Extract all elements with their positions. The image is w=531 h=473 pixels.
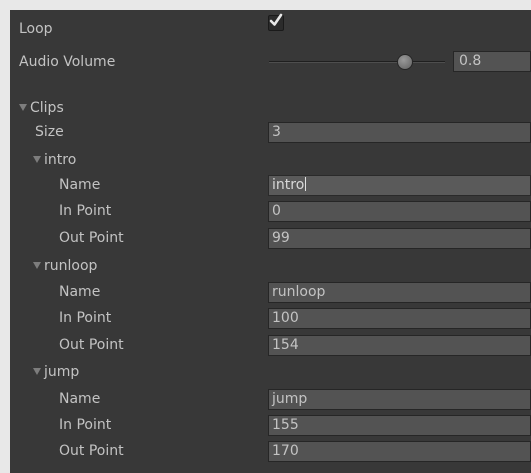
- in-point-label: In Point: [59, 417, 112, 433]
- loop-label: Loop: [19, 21, 53, 37]
- name-label: Name: [59, 391, 101, 407]
- audio-volume-field[interactable]: 0.8: [453, 51, 531, 72]
- checkmark-icon: [269, 13, 283, 26]
- clips-label: Clips: [30, 100, 64, 116]
- audio-volume-label: Audio Volume: [19, 54, 116, 70]
- out-point-label: Out Point: [59, 443, 124, 459]
- size-field[interactable]: 3: [268, 122, 531, 143]
- out-point-field[interactable]: 170: [268, 441, 531, 462]
- in-point-label: In Point: [59, 310, 112, 326]
- triangle-down-icon: [33, 156, 41, 163]
- clips-foldout[interactable]: Clips: [19, 99, 64, 117]
- in-point-field[interactable]: 155: [268, 415, 531, 436]
- in-point-field[interactable]: 100: [268, 308, 531, 329]
- clip-foldout-jump[interactable]: jump: [33, 363, 79, 381]
- name-label: Name: [59, 177, 101, 193]
- text-caret: [305, 177, 307, 191]
- triangle-down-icon: [33, 262, 41, 269]
- triangle-down-icon: [19, 104, 27, 111]
- inspector-panel: Loop Audio Volume 0.8 Clips Size 3 intro…: [10, 10, 531, 473]
- name-label: Name: [59, 284, 101, 300]
- audio-volume-slider-thumb[interactable]: [397, 54, 413, 70]
- clip-header: intro: [44, 152, 77, 168]
- clip-header: runloop: [44, 258, 98, 274]
- name-field[interactable]: runloop: [268, 282, 531, 303]
- clip-header: jump: [44, 364, 80, 380]
- in-point-field[interactable]: 0: [268, 201, 531, 222]
- name-field[interactable]: intro: [268, 175, 531, 196]
- out-point-label: Out Point: [59, 230, 124, 246]
- in-point-label: In Point: [59, 203, 112, 219]
- clip-foldout-runloop[interactable]: runloop: [33, 257, 97, 275]
- name-value: intro: [272, 177, 305, 193]
- loop-checkbox[interactable]: [268, 13, 284, 31]
- audio-volume-slider-track[interactable]: [269, 61, 445, 63]
- triangle-down-icon: [33, 368, 41, 375]
- name-field[interactable]: jump: [268, 389, 531, 410]
- out-point-field[interactable]: 154: [268, 335, 531, 356]
- out-point-field[interactable]: 99: [268, 228, 531, 249]
- out-point-label: Out Point: [59, 337, 124, 353]
- size-label: Size: [35, 124, 64, 140]
- clip-foldout-intro[interactable]: intro: [33, 151, 76, 169]
